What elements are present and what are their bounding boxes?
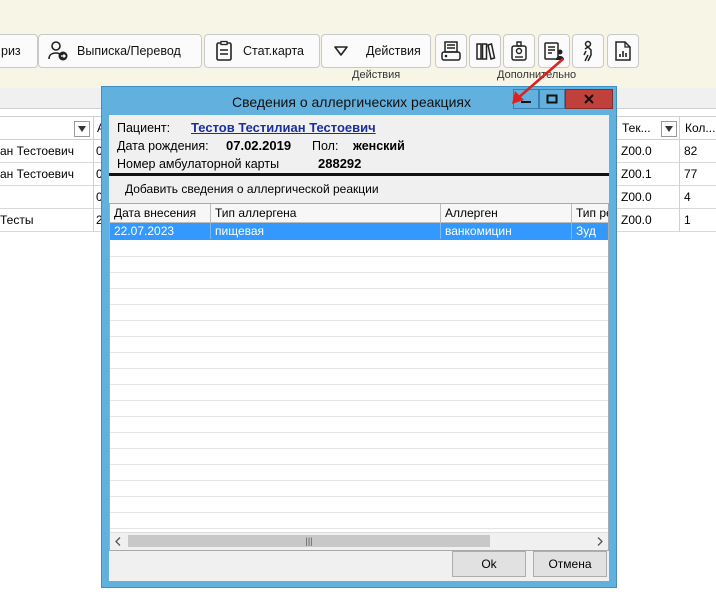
annotation-arrow — [512, 58, 564, 104]
